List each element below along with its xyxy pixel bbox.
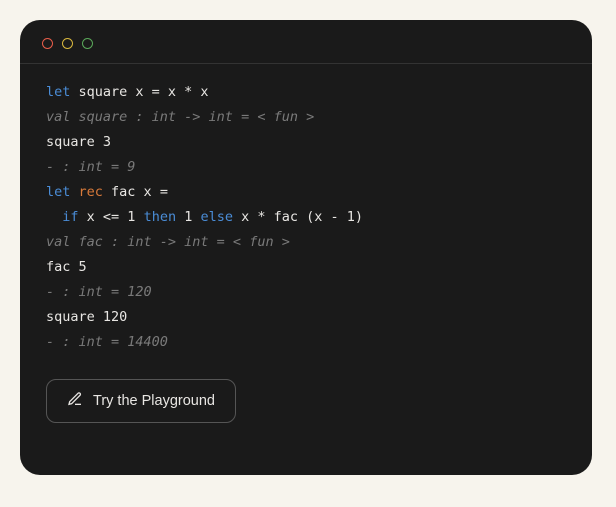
repl-output-line: val fac : int -> int = < fun > — [46, 230, 566, 255]
code-line: fac 5 — [46, 255, 566, 280]
code-line: let rec fac x = — [46, 180, 566, 205]
terminal-window: let square x = x * xval square : int -> … — [20, 20, 592, 475]
try-playground-button[interactable]: Try the Playground — [46, 379, 236, 423]
button-label: Try the Playground — [93, 393, 215, 409]
code-line: square 3 — [46, 130, 566, 155]
repl-output-line: - : int = 14400 — [46, 330, 566, 355]
repl-output-line: - : int = 120 — [46, 280, 566, 305]
code-line: if x <= 1 then 1 else x * fac (x - 1) — [46, 205, 566, 230]
pencil-icon — [67, 391, 83, 411]
code-line: let square x = x * x — [46, 80, 566, 105]
close-icon — [42, 38, 53, 49]
code-block: let square x = x * xval square : int -> … — [20, 64, 592, 355]
maximize-icon — [82, 38, 93, 49]
code-line: square 120 — [46, 305, 566, 330]
repl-output-line: - : int = 9 — [46, 155, 566, 180]
repl-output-line: val square : int -> int = < fun > — [46, 105, 566, 130]
window-title-bar — [20, 38, 592, 64]
minimize-icon — [62, 38, 73, 49]
